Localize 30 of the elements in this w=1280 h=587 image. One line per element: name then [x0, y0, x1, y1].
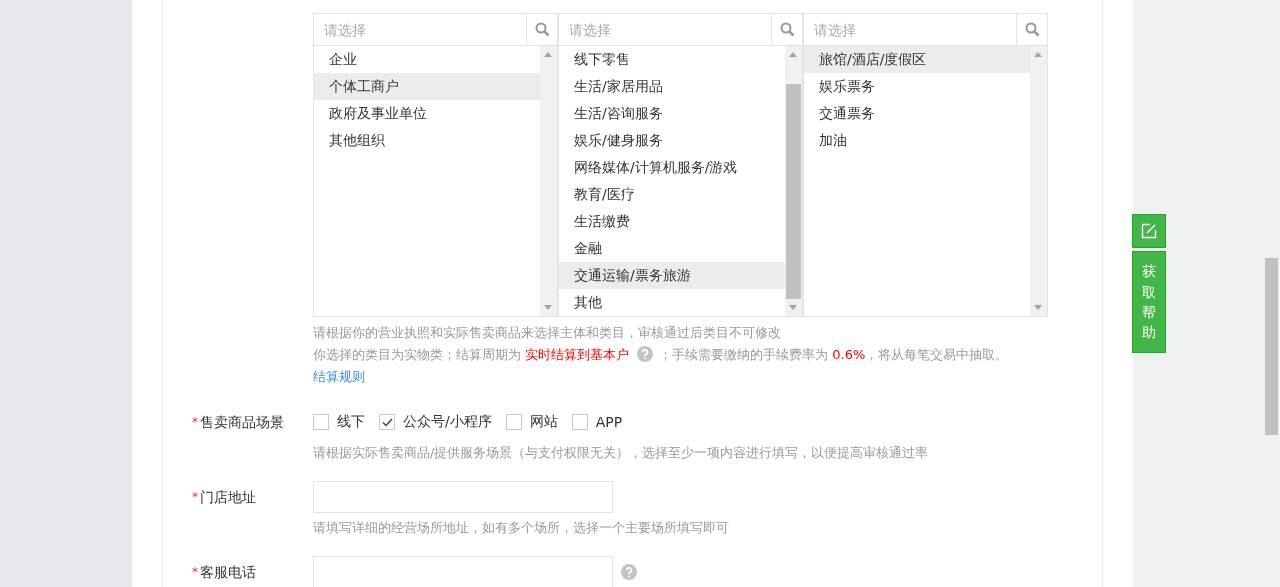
text-field[interactable] — [313, 556, 613, 587]
checkbox[interactable] — [505, 414, 522, 430]
category-item[interactable]: 旅馆/酒店/度假区 — [804, 46, 1030, 73]
help-icon[interactable] — [637, 346, 654, 362]
scrollbar[interactable] — [785, 46, 802, 316]
scrollbar[interactable] — [1030, 46, 1047, 316]
field-label: *客服电话 — [192, 563, 257, 582]
scrollbar[interactable] — [540, 46, 557, 316]
search-icon — [1024, 22, 1040, 37]
field-label: *售卖商品场景 — [192, 413, 285, 432]
search-icon — [534, 22, 550, 37]
category-item[interactable]: 个体工商户 — [314, 73, 540, 100]
checkbox[interactable] — [379, 414, 395, 430]
settlement-rules-link[interactable]: 结算规则 — [313, 369, 365, 384]
field-label: *门店地址 — [192, 488, 257, 507]
edit-icon — [1141, 223, 1157, 239]
search-icon — [779, 22, 795, 37]
category-note: 你选择的类目为实物类；结算周期为 实时结算到基本户 ；手续需要缴纳的手续费率为 0.6%，将从每笔交易中抽取。 结算规则 — [313, 345, 1010, 386]
checkbox-option[interactable]: 线下 — [313, 413, 365, 431]
checkbox-option[interactable]: APP — [571, 414, 623, 430]
feedback-button[interactable] — [1132, 214, 1166, 248]
checkbox-option[interactable]: 公众号/小程序 — [379, 413, 492, 431]
category-item[interactable]: 交通运输/票务旅游 — [559, 262, 785, 289]
checkbox-option[interactable]: 网站 — [505, 413, 558, 431]
page-scrollbar[interactable] — [1263, 0, 1280, 587]
category-note: 请根据你的营业执照和实际售卖商品来选择主体和类目，审核通过后类目不可修改 — [313, 324, 782, 342]
text-field[interactable] — [313, 481, 613, 513]
checkbox[interactable] — [571, 414, 588, 430]
checkbox[interactable] — [313, 414, 329, 430]
help-icon[interactable] — [621, 564, 637, 580]
